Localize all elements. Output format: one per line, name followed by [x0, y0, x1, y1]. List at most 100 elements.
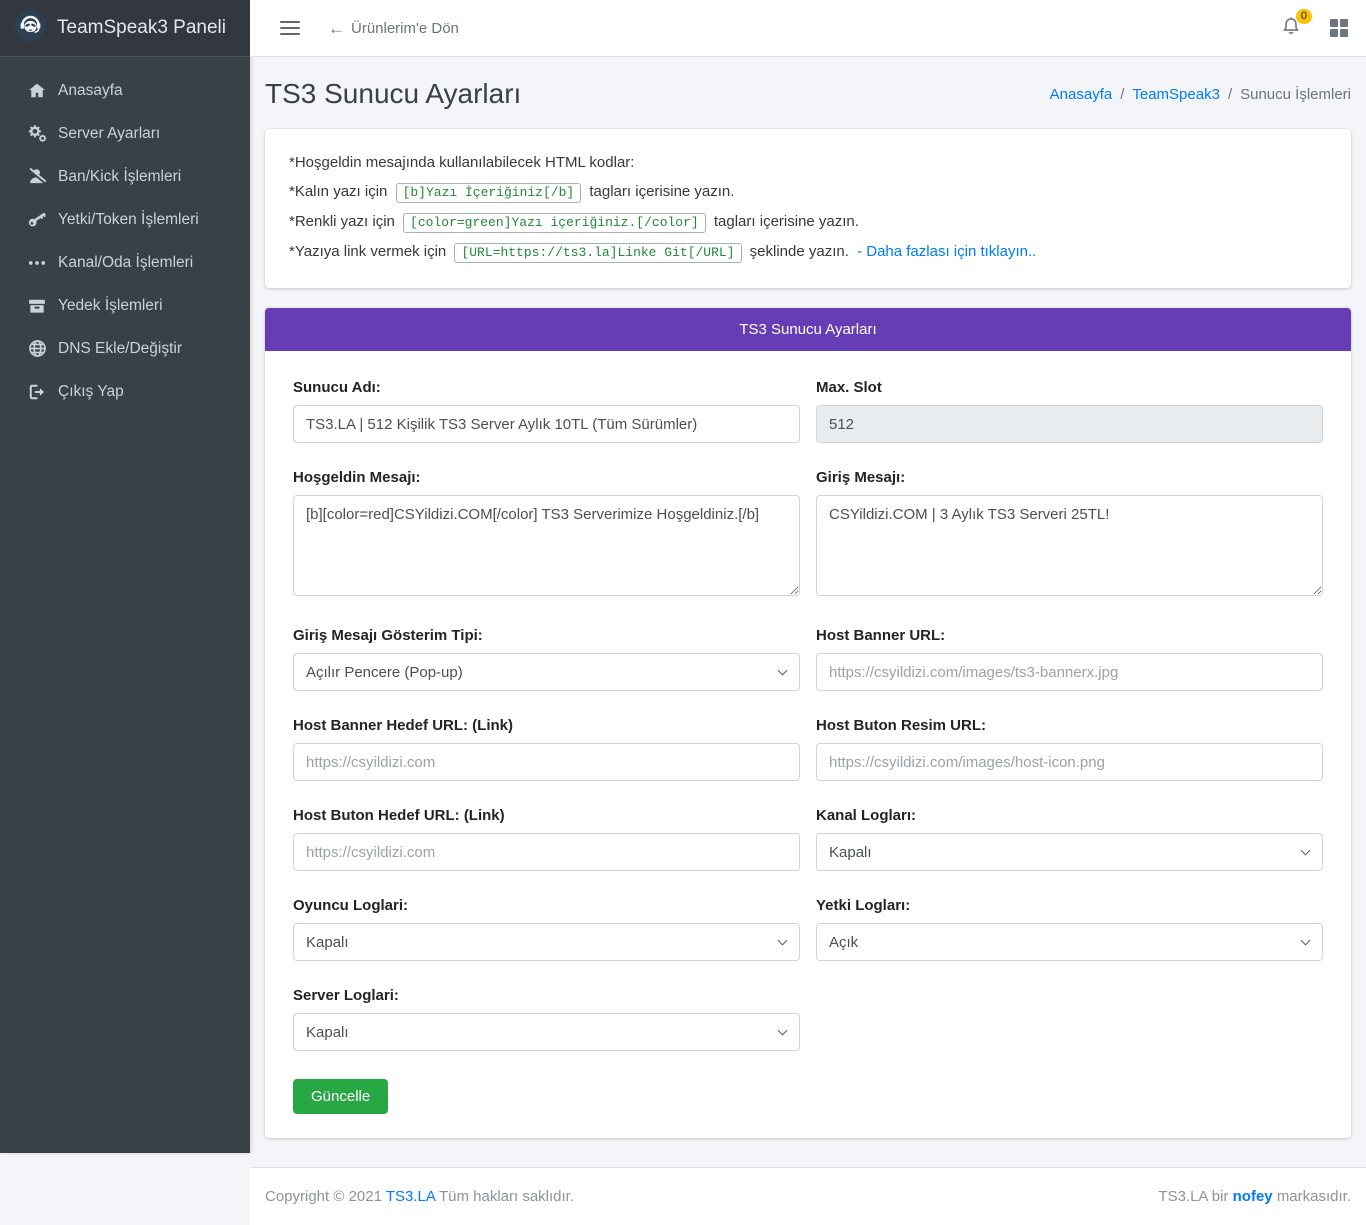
field-kanal-loglari: Kanal Logları: Kapalı	[816, 807, 1323, 871]
signout-icon	[26, 381, 48, 403]
home-icon	[26, 80, 48, 102]
breadcrumb-separator: /	[1120, 86, 1124, 103]
sidebar-item-label: Ban/Kick İşlemleri	[58, 168, 181, 186]
help-line-2: *Kalın yazı için [b]Yazı İçeriğiniz[/b] …	[289, 179, 1327, 205]
bbcode-url-example: [URL=https://ts3.la]Linke Git[/URL]	[454, 243, 741, 263]
host-buton-resim-label: Host Buton Resim URL:	[816, 717, 1323, 734]
sidebar-item-label: Yetki/Token İşlemleri	[58, 211, 199, 229]
giris-mesaji-label: Giriş Mesajı:	[816, 469, 1323, 486]
topbar: ← Ürünlerim'e Dön 0	[250, 0, 1366, 57]
footer-ts3la-link[interactable]: TS3.LA	[386, 1188, 435, 1205]
main-content: TS3 Sunucu Ayarları Anasayfa / TeamSpeak…	[250, 57, 1366, 1158]
host-buton-hedef-label: Host Buton Hedef URL: (Link)	[293, 807, 800, 824]
notification-badge: 0	[1296, 9, 1312, 24]
back-arrow-icon: ←	[328, 20, 345, 37]
notifications-button[interactable]: 0	[1280, 15, 1302, 42]
breadcrumb-separator: /	[1228, 86, 1232, 103]
field-sunucu-adi: Sunucu Adı:	[293, 379, 800, 443]
teamspeak-logo-icon	[14, 9, 47, 47]
host-banner-hedef-input[interactable]	[293, 743, 800, 781]
max-slot-label: Max. Slot	[816, 379, 1323, 396]
field-max-slot: Max. Slot	[816, 379, 1323, 443]
field-host-banner-url: Host Banner URL:	[816, 627, 1323, 691]
host-banner-url-label: Host Banner URL:	[816, 627, 1323, 644]
sidebar-item-label: Server Ayarları	[58, 125, 160, 143]
sidebar-item-dns[interactable]: DNS Ekle/Değiştir	[8, 327, 242, 370]
menu-toggle-icon[interactable]	[280, 17, 300, 39]
globe-icon	[26, 338, 48, 360]
sidebar-item-label: Çıkış Yap	[58, 383, 124, 401]
field-yetki-loglari: Yetki Logları: Açık	[816, 897, 1323, 961]
yetki-loglari-select[interactable]: Açık	[816, 923, 1323, 961]
footer-brand-note: TS3.LA bir nofey markasıdır.	[1158, 1188, 1351, 1205]
sidebar-item-yedek[interactable]: Yedek İşlemleri	[8, 284, 242, 327]
sidebar-item-label: Anasayfa	[58, 82, 123, 100]
field-host-buton-resim: Host Buton Resim URL:	[816, 717, 1323, 781]
yetki-loglari-label: Yetki Logları:	[816, 897, 1323, 914]
sidebar-item-yetki-token[interactable]: Yetki/Token İşlemleri	[8, 198, 242, 241]
breadcrumb-home-link[interactable]: Anasayfa	[1050, 86, 1113, 103]
field-hosgeldin-mesaji: Hoşgeldin Mesajı:	[293, 469, 800, 601]
sidebar-item-cikis[interactable]: Çıkış Yap	[8, 370, 242, 413]
gosterim-tipi-label: Giriş Mesajı Gösterim Tipi:	[293, 627, 800, 644]
footer-nofey-brand: nofey	[1233, 1188, 1273, 1205]
host-buton-resim-input[interactable]	[816, 743, 1323, 781]
breadcrumb: Anasayfa / TeamSpeak3 / Sunucu İşlemleri	[1050, 86, 1351, 103]
kanal-loglari-select[interactable]: Kapalı	[816, 833, 1323, 871]
kanal-loglari-label: Kanal Logları:	[816, 807, 1323, 824]
field-host-banner-hedef: Host Banner Hedef URL: (Link)	[293, 717, 800, 781]
server-loglari-label: Server Loglari:	[293, 987, 800, 1004]
settings-card: TS3 Sunucu Ayarları Sunucu Adı: Max. Slo…	[265, 308, 1351, 1138]
gears-icon	[26, 123, 48, 145]
sidebar-item-ban-kick[interactable]: Ban/Kick İşlemleri	[8, 155, 242, 198]
sidebar-item-label: Kanal/Oda İşlemleri	[58, 254, 193, 272]
back-link-label: Ürünlerim'e Dön	[351, 20, 459, 37]
key-icon	[26, 209, 48, 231]
sidebar-item-label: DNS Ekle/Değiştir	[58, 340, 182, 358]
guncelle-button[interactable]: Güncelle	[293, 1079, 388, 1114]
sidebar: TeamSpeak3 Paneli Anasayfa	[0, 0, 250, 1153]
host-banner-url-input[interactable]	[816, 653, 1323, 691]
user-slash-icon	[26, 166, 48, 188]
sidebar-item-anasayfa[interactable]: Anasayfa	[8, 69, 242, 112]
brand[interactable]: TeamSpeak3 Paneli	[0, 0, 250, 57]
back-to-products-link[interactable]: ← Ürünlerim'e Dön	[328, 20, 459, 37]
oyuncu-loglari-label: Oyuncu Loglari:	[293, 897, 800, 914]
field-server-loglari: Server Loglari: Kapalı	[293, 987, 800, 1051]
footer-copyright: Copyright © 2021 TS3.LA Tüm hakları sakl…	[265, 1188, 574, 1205]
breadcrumb-section-link[interactable]: TeamSpeak3	[1132, 86, 1220, 103]
settings-card-header: TS3 Sunucu Ayarları	[265, 308, 1351, 351]
ellipsis-icon	[26, 252, 48, 274]
sidebar-item-kanal-oda[interactable]: Kanal/Oda İşlemleri	[8, 241, 242, 284]
bbcode-bold-example: [b]Yazı İçeriğiniz[/b]	[396, 183, 582, 203]
hosgeldin-mesaji-label: Hoşgeldin Mesajı:	[293, 469, 800, 486]
bbcode-color-example: [color=green]Yazı içeriğiniz.[/color]	[403, 213, 706, 233]
sidebar-item-server-ayarlari[interactable]: Server Ayarları	[8, 112, 242, 155]
help-card: *Hoşgeldin mesajında kullanılabilecek HT…	[265, 129, 1351, 288]
help-line-3: *Renkli yazı için [color=green]Yazı içer…	[289, 209, 1327, 235]
host-buton-hedef-input[interactable]	[293, 833, 800, 871]
help-line-4: *Yazıya link vermek için [URL=https://ts…	[289, 239, 1327, 265]
field-oyuncu-loglari: Oyuncu Loglari: Kapalı	[293, 897, 800, 961]
help-line-1: *Hoşgeldin mesajında kullanılabilecek HT…	[289, 150, 1327, 175]
sidebar-item-label: Yedek İşlemleri	[58, 297, 163, 315]
server-loglari-select[interactable]: Kapalı	[293, 1013, 800, 1051]
giris-mesaji-textarea[interactable]	[816, 495, 1323, 596]
hosgeldin-mesaji-textarea[interactable]	[293, 495, 800, 596]
sunucu-adi-label: Sunucu Adı:	[293, 379, 800, 396]
page-title: TS3 Sunucu Ayarları	[265, 78, 521, 110]
oyuncu-loglari-select[interactable]: Kapalı	[293, 923, 800, 961]
gosterim-tipi-select[interactable]: Açılır Pencere (Pop-up)	[293, 653, 800, 691]
brand-title: TeamSpeak3 Paneli	[57, 17, 226, 39]
apps-grid-icon[interactable]	[1330, 19, 1348, 37]
archive-icon	[26, 295, 48, 317]
more-info-link[interactable]: - Daha fazlası için tıklayın..	[857, 243, 1036, 260]
footer: Copyright © 2021 TS3.LA Tüm hakları sakl…	[250, 1167, 1366, 1225]
field-gosterim-tipi: Giriş Mesajı Gösterim Tipi: Açılır Pence…	[293, 627, 800, 691]
max-slot-input	[816, 405, 1323, 443]
bell-icon	[1280, 24, 1302, 41]
sunucu-adi-input[interactable]	[293, 405, 800, 443]
breadcrumb-current: Sunucu İşlemleri	[1240, 86, 1351, 103]
host-banner-hedef-label: Host Banner Hedef URL: (Link)	[293, 717, 800, 734]
field-giris-mesaji: Giriş Mesajı:	[816, 469, 1323, 601]
